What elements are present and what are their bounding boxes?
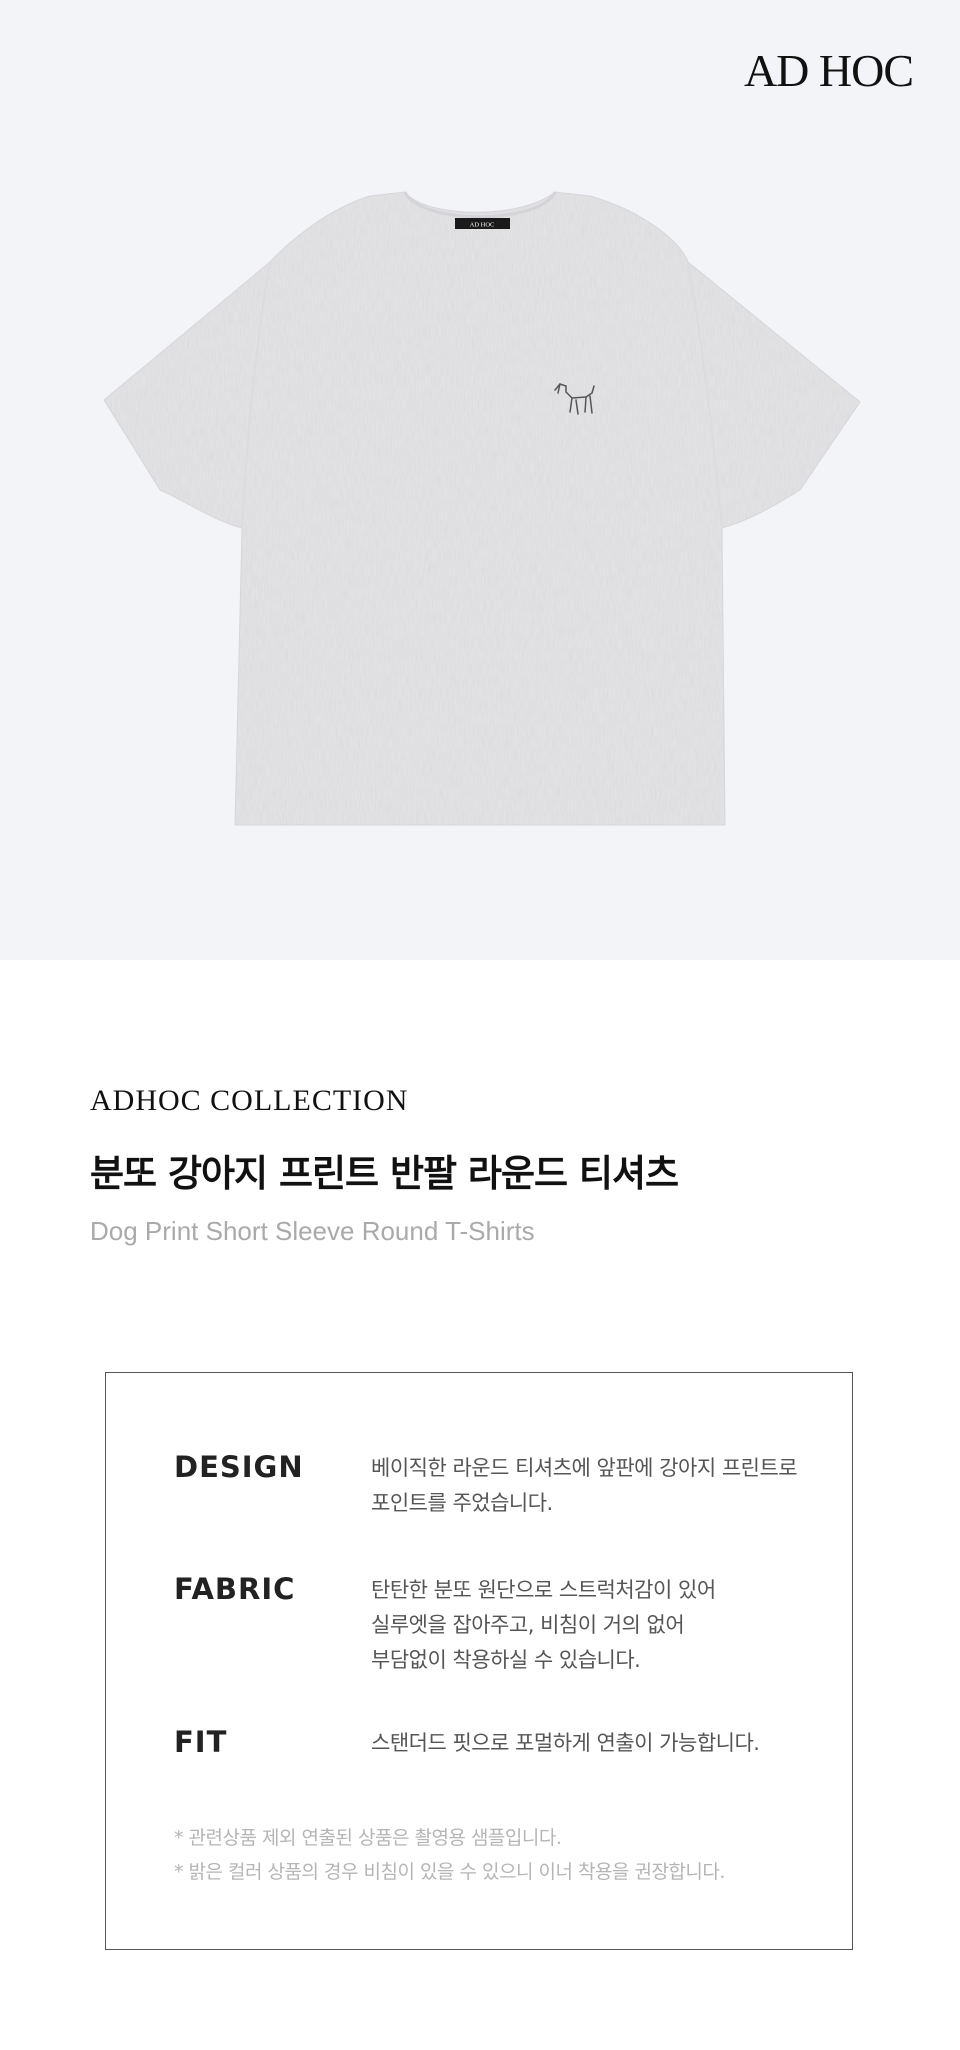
neck-label-text: AD HOC [470,222,495,229]
spec-fit-label: FIT [174,1725,228,1759]
note-line: * 밝은 컬러 상품의 경우 비침이 있을 수 있으니 이너 착용을 권장합니다… [174,1861,725,1883]
spec-design-line: 베이직한 라운드 티셔츠에 앞판에 강아지 프린트로 [371,1456,798,1480]
spec-fabric-label: FABRIC [174,1572,296,1606]
product-detail-page: AD HOC AD HOC ADHOC COLLECTION 분또 강아지 프린… [0,0,960,2050]
spec-design-line: 포인트를 주었습니다. [371,1491,553,1515]
collection-label: ADHOC COLLECTION [90,1084,409,1117]
note-line: * 관련상품 제외 연출된 상품은 촬영용 샘플입니다. [174,1827,562,1849]
product-photo: AD HOC [103,191,861,826]
spec-fabric-line: 탄탄한 분또 원단으로 스트럭처감이 있어 [371,1578,716,1602]
product-title-korean: 분또 강아지 프린트 반팔 라운드 티셔츠 [90,1152,679,1195]
spec-fabric-line: 부담없이 착용하실 수 있습니다. [371,1648,641,1672]
spec-fabric-line: 실루엣을 잡아주고, 비침이 거의 없어 [371,1613,685,1637]
product-title-english: Dog Print Short Sleeve Round T-Shirts [90,1216,535,1246]
spec-fit-line: 스탠더드 핏으로 포멀하게 연출이 가능합니다. [371,1731,760,1755]
spec-fabric-text: 탄탄한 분또 원단으로 스트럭처감이 있어 실루엣을 잡아주고, 비침이 거의 … [371,1573,841,1678]
spec-fit-text: 스탠더드 핏으로 포멀하게 연출이 가능합니다. [371,1726,841,1761]
product-spec-box: DESIGN 베이직한 라운드 티셔츠에 앞판에 강아지 프린트로 포인트를 주… [105,1372,853,1950]
product-hero: AD HOC AD HOC [0,0,960,960]
spec-design-label: DESIGN [174,1450,304,1484]
notes: * 관련상품 제외 연출된 상품은 촬영용 샘플입니다. * 밝은 컬러 상품의… [174,1821,725,1889]
spec-design-text: 베이직한 라운드 티셔츠에 앞판에 강아지 프린트로 포인트를 주었습니다. [371,1451,841,1521]
brand-logo: AD HOC [743,45,914,96]
